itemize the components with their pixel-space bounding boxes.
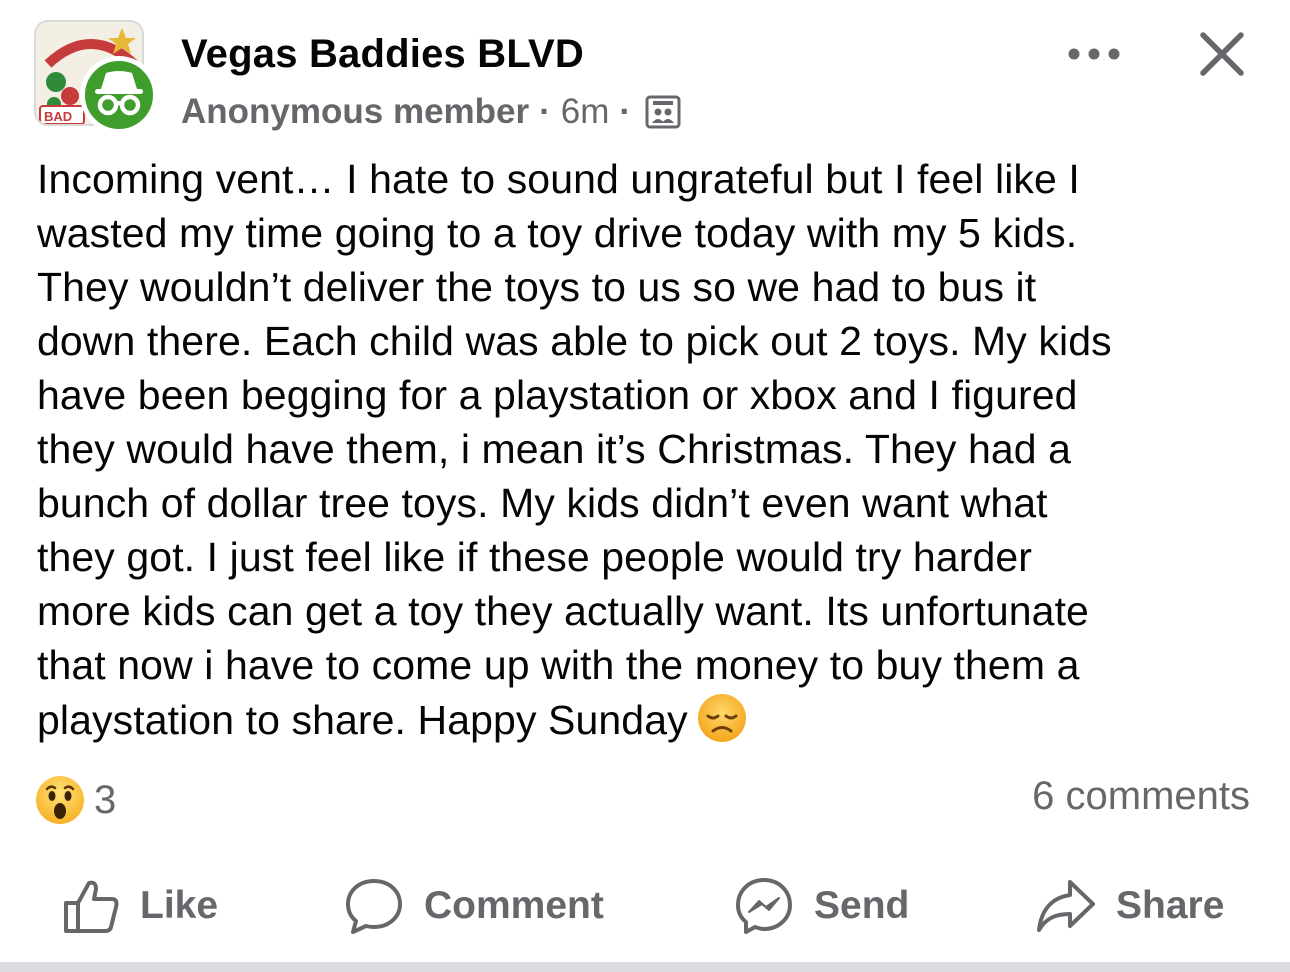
feed-divider <box>0 962 1290 972</box>
svg-text:BAD: BAD <box>44 109 72 124</box>
reaction-count: 3 <box>94 777 117 822</box>
post-line: down there. Each child was able to pick … <box>37 318 1112 364</box>
anonymous-badge <box>80 56 158 134</box>
post-line: they got. I just feel like if these peop… <box>37 534 1033 580</box>
group-name[interactable]: Vegas Baddies BLVD <box>181 32 584 77</box>
close-icon <box>1200 32 1244 76</box>
post-time[interactable]: 6m <box>561 92 610 132</box>
members-group-icon <box>645 95 681 129</box>
comment-button[interactable]: Comment <box>344 866 604 946</box>
post-line: that now i have to come up with the mone… <box>37 642 1080 688</box>
action-bar: Like Comment Send Share <box>0 866 1290 946</box>
share-button[interactable]: Share <box>1036 866 1224 946</box>
comment-icon <box>346 879 402 934</box>
post-line: Incoming vent… I hate to sound ungratefu… <box>37 156 1080 202</box>
meta-separator-2: · <box>619 92 632 131</box>
messenger-icon <box>736 878 792 934</box>
send-button[interactable]: Send <box>734 866 909 946</box>
post-line-text: playstation to share. Happy Sunday <box>37 697 688 743</box>
reactions-summary[interactable]: 3 <box>34 772 116 828</box>
meta-separator: · <box>539 92 551 131</box>
like-button[interactable]: Like <box>62 866 218 946</box>
post-meta: Anonymous member · 6m · <box>181 90 681 134</box>
author-name[interactable]: Anonymous member <box>181 92 529 132</box>
post-line: more kids can get a toy they actually wa… <box>37 588 1089 634</box>
close-button[interactable] <box>1190 22 1254 86</box>
incognito-icon <box>95 71 143 116</box>
wow-reaction-icon <box>36 776 84 824</box>
disappointed-face-emoji <box>697 694 746 742</box>
like-icon <box>64 880 119 933</box>
post-line: wasted my time going to a toy drive toda… <box>37 210 1078 256</box>
comment-label: Comment <box>424 884 604 927</box>
post-header: BAD Vegas Baddies BLVD Anonymous member … <box>0 0 1290 140</box>
post-text: Incoming vent… I hate to sound ungratefu… <box>37 152 1262 746</box>
more-options-icon <box>1068 48 1120 60</box>
post-line: They wouldn’t deliver the toys to us so … <box>37 264 1037 310</box>
post-line: have been begging for a playstation or x… <box>37 372 1078 418</box>
share-icon <box>1037 880 1095 932</box>
share-label: Share <box>1116 884 1225 927</box>
post-line: they would have them, i mean it’s Christ… <box>37 426 1072 472</box>
like-label: Like <box>140 884 219 927</box>
post-line-last: playstation to share. Happy Sunday <box>37 692 1262 746</box>
comments-count[interactable]: 6 comments <box>1032 774 1250 819</box>
send-label: Send <box>814 884 910 927</box>
more-options-button[interactable] <box>1058 34 1130 74</box>
post-line: bunch of dollar tree toys. My kids didn’… <box>37 480 1048 526</box>
